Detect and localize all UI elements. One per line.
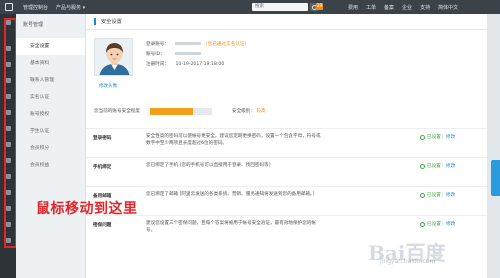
status-badge: 已设置	[420, 163, 441, 169]
security-row-email: 备用邮箱 您已绑定了邮箱 [阿里云发送的各类系统、营销、服务通知将发送到您的备用…	[86, 186, 487, 215]
realname-hint[interactable]: (您已通过实名认证)	[206, 42, 246, 47]
check-icon	[420, 134, 425, 140]
console-link[interactable]: 管理控制台	[23, 4, 48, 11]
modify-question-link[interactable]: 修改	[446, 221, 455, 227]
security-progress	[150, 108, 212, 115]
top-bar: 管理控制台 产品与服务 ▾ 搜索 29 费用 工单 备案 企业 支持 简体中文	[0, 0, 500, 14]
security-row-password: 登录密码 安全性高的密码可以使帐号更安全。建议您定期更换密码，设置一个包含字母，…	[86, 128, 487, 157]
feedback-side-tab[interactable]	[491, 160, 500, 196]
sidebar-item-authorization[interactable]: 账号授权	[16, 106, 85, 123]
sidebar-list: 安全设置 基本资料 联系人管理 实名认证 账号授权 学生认证 会员积分 会员权益	[16, 38, 85, 174]
row-description: 安全性高的密码可以使帐号更安全。建议您定期更换密码，设置一个包含字母，符号或数字…	[146, 134, 321, 146]
status-text: 已设置	[427, 222, 441, 227]
baidu-watermark-url: jingyan.baidu.com	[380, 258, 436, 265]
security-level: 您当前的账号安全程度 安全级别： 较高	[94, 106, 487, 120]
modify-phone-link[interactable]: 修改	[446, 163, 455, 169]
security-row-phone: 手机绑定 您已绑定了手机 [您的手机号可以直接用于登录、找回密码等] 已设置 |…	[86, 157, 487, 186]
check-icon	[420, 163, 425, 169]
sidebar-item-realname[interactable]: 实名认证	[16, 89, 85, 106]
billing-link[interactable]: 费用	[348, 4, 358, 11]
sidebar-item-security[interactable]: 安全设置	[16, 38, 85, 55]
register-time-value: 10-19-2017 19:18:00	[175, 62, 225, 67]
security-progress-fill	[150, 108, 194, 115]
check-icon	[420, 192, 425, 198]
right-scroll-strip[interactable]	[487, 14, 500, 278]
status-text: 已设置	[427, 193, 441, 198]
masked-value	[175, 42, 202, 45]
avatar[interactable]	[94, 38, 133, 76]
app-root: 管理控制台 产品与服务 ▾ 搜索 29 费用 工单 备案 企业 支持 简体中文	[0, 0, 500, 278]
divider: |	[442, 221, 444, 226]
annotation-text: 鼠标移动到这里	[36, 201, 138, 217]
security-level-text: 安全级别： 较高	[232, 108, 266, 114]
row-name: 登录密码	[93, 136, 112, 141]
register-time-label: 注册时间：	[146, 62, 169, 67]
status-text: 已设置	[427, 164, 441, 169]
avatar-illustration-icon	[95, 39, 132, 75]
enterprise-link[interactable]: 企业	[402, 4, 412, 11]
page-header: 安全设置	[86, 14, 487, 30]
sidebar-title: 账号管理	[23, 22, 44, 28]
top-nav: 管理控制台 产品与服务 ▾	[23, 4, 85, 11]
status-text: 已设置	[427, 135, 441, 140]
login-account-label: 登录账号：	[146, 42, 169, 47]
message-count-badge[interactable]: 29	[316, 3, 323, 10]
security-level-caption: 安全级别：	[232, 109, 255, 114]
support-link[interactable]: 支持	[420, 4, 430, 11]
ticket-link[interactable]: 工单	[366, 4, 376, 11]
sidebar-item-contacts[interactable]: 联系人管理	[16, 72, 85, 89]
register-time-line: 注册时间： 10-19-2017 19:18:00	[146, 60, 246, 70]
security-level-label: 您当前的账号安全程度	[94, 109, 140, 114]
security-rows: 登录密码 安全性高的密码可以使帐号更安全。建议您定期更换密码，设置一个包含字母，…	[86, 128, 487, 244]
account-id-label: 账号ID：	[146, 52, 165, 57]
status-badge: 已设置	[420, 192, 441, 198]
sidebar-item-benefits[interactable]: 会员权益	[16, 157, 85, 174]
account-info: 登录账号： (您已通过实名认证) 账号ID： 注册时间： 10-19-2017 …	[146, 40, 246, 70]
row-description: 您已绑定了手机 [您的手机号可以直接用于登录、找回密码等]	[146, 163, 271, 168]
row-name: 密保问题	[93, 223, 112, 228]
row-description: 建议您设置三个密保问题，且每个答案将被用于帐号安全验证，最有效地保护您的帐号。	[146, 221, 316, 233]
login-account-line: 登录账号： (您已通过实名认证)	[146, 40, 246, 50]
divider: |	[442, 134, 444, 139]
console-logo-icon[interactable]	[5, 3, 13, 11]
modify-email-link[interactable]: 修改	[446, 192, 455, 198]
check-icon	[420, 221, 425, 227]
row-description: 您已绑定了邮箱 [阿里云发送的各类系统、营销、服务通知将发送到您的备用邮箱。]	[146, 192, 315, 197]
products-menu[interactable]: 产品与服务 ▾	[56, 4, 85, 11]
top-right-menu: 费用 工单 备案 企业 支持 简体中文	[348, 0, 458, 14]
divider: |	[442, 163, 444, 168]
language-select[interactable]: 简体中文	[438, 4, 458, 11]
search-input[interactable]: 搜索	[252, 3, 308, 11]
row-name: 手机绑定	[93, 165, 112, 170]
account-id-line: 账号ID：	[146, 50, 246, 60]
status-badge: 已设置	[420, 134, 441, 140]
masked-value	[175, 52, 202, 55]
profile-section: 修改头像 登录账号： (您已通过实名认证) 账号ID： 注册时间： 10-19-…	[86, 30, 487, 90]
sidebar-item-points[interactable]: 会员积分	[16, 140, 85, 157]
sidebar-item-student[interactable]: 学生认证	[16, 123, 85, 140]
status-badge: 已设置	[420, 221, 441, 227]
divider: |	[442, 192, 444, 197]
title-accent-bar	[94, 18, 96, 25]
sidebar-item-profile[interactable]: 基本资料	[16, 55, 85, 72]
page-title: 安全设置	[101, 19, 122, 25]
security-level-value: 较高	[256, 109, 266, 114]
account-sidebar: 账号管理 安全设置 基本资料 联系人管理 实名认证 账号授权 学生认证 会员积分…	[16, 14, 86, 278]
change-avatar-link[interactable]: 修改头像	[99, 83, 117, 89]
modify-password-link[interactable]: 修改	[446, 134, 455, 140]
filing-link[interactable]: 备案	[384, 4, 394, 11]
